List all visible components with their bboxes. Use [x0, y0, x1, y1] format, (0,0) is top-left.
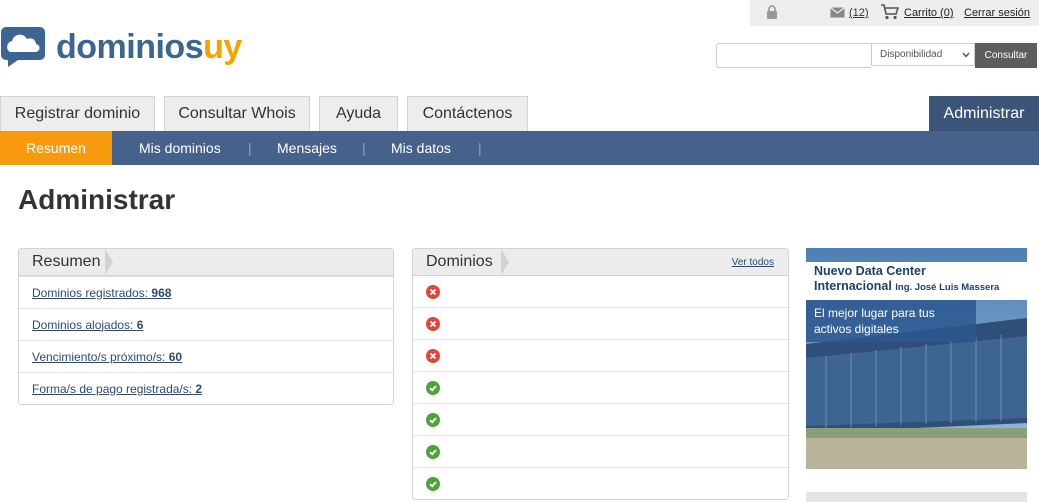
- subnav-divider: |: [362, 140, 366, 156]
- resumen-panel: Resumen Dominios registrados: 968 Domini…: [18, 248, 394, 405]
- cart-icon[interactable]: [880, 4, 900, 23]
- check-icon: [426, 412, 440, 427]
- subnav-divider: |: [248, 140, 252, 156]
- logo-wordmark: dominiosuy: [56, 28, 242, 67]
- envelope-icon[interactable]: [830, 7, 845, 21]
- ad-title-line1: Nuevo Data Center: [814, 264, 926, 278]
- logo-text-part1: dominios: [56, 27, 204, 66]
- logo-text-part2: uy: [203, 27, 242, 66]
- page-title: Administrar: [18, 184, 176, 215]
- tab-registrar-dominio[interactable]: Registrar dominio: [0, 96, 155, 131]
- row-label: Vencimiento/s próximo/s:: [32, 349, 166, 364]
- header-arrow: [105, 249, 113, 275]
- search-submit-button[interactable]: Consultar: [975, 43, 1037, 68]
- list-item: Dominios registrados: 968: [19, 276, 393, 308]
- domain-search-input[interactable]: [716, 43, 871, 68]
- messages-count-link[interactable]: (12): [849, 7, 869, 19]
- header-arrow: [501, 249, 509, 275]
- chevron-down-icon: [962, 52, 970, 58]
- search-type-value: Disponibilidad: [880, 49, 943, 60]
- tab-ayuda[interactable]: Ayuda: [319, 96, 398, 131]
- registered-domains-link[interactable]: Dominios registrados: 968: [32, 286, 171, 300]
- domain-row: [413, 435, 788, 467]
- data-center-ad-banner[interactable]: Nuevo Data Center Internacional Ing. Jos…: [806, 248, 1027, 469]
- list-item: Dominios alojados: 6: [19, 308, 393, 340]
- payment-methods-link[interactable]: Forma/s de pago registrada/s: 2: [32, 382, 202, 396]
- domain-search: Disponibilidad Consultar: [716, 43, 1037, 68]
- expirations-link[interactable]: Vencimiento/s próximo/s: 60: [32, 350, 182, 364]
- row-value: 2: [195, 381, 203, 396]
- top-utility-bar: (12) Carrito (0) Cerrar sesión: [750, 0, 1039, 26]
- dominios-panel: Dominios Ver todos: [412, 248, 789, 500]
- domain-row: [413, 467, 788, 499]
- ad-title-small: Ing. José Luis Massera: [895, 282, 1000, 293]
- second-ad-banner[interactable]: [806, 492, 1027, 502]
- tab-contactenos[interactable]: Contáctenos: [407, 96, 528, 131]
- row-value: 6: [136, 317, 144, 332]
- hosted-domains-link[interactable]: Dominios alojados: 6: [32, 318, 143, 332]
- domain-row: [413, 339, 788, 371]
- list-item: Vencimiento/s próximo/s: 60: [19, 340, 393, 372]
- row-label: Forma/s de pago registrada/s:: [32, 381, 193, 396]
- cloud-logo-icon: [1, 27, 45, 67]
- subnav-mensajes[interactable]: Mensajes: [277, 131, 337, 165]
- row-label: Dominios registrados:: [32, 285, 149, 300]
- ad-subtitle-line2: activos digitales: [814, 322, 899, 336]
- lock-icon: [766, 5, 778, 22]
- resumen-panel-header: Resumen: [19, 249, 393, 276]
- subnav-mis-dominios[interactable]: Mis dominios: [139, 131, 221, 165]
- row-label: Dominios alojados:: [32, 317, 134, 332]
- tab-administrar[interactable]: Administrar: [929, 96, 1039, 131]
- dominios-panel-title: Dominios: [413, 249, 501, 275]
- ad-title-line2: Internacional: [814, 279, 892, 293]
- subnav-divider: |: [478, 140, 482, 156]
- domain-row: [413, 276, 788, 307]
- check-icon: [426, 380, 440, 395]
- error-x-icon: [426, 284, 440, 299]
- error-x-icon: [426, 316, 440, 331]
- site-logo[interactable]: dominiosuy: [0, 25, 242, 67]
- check-icon: [426, 444, 440, 459]
- row-value: 968: [151, 285, 172, 300]
- list-item: Forma/s de pago registrada/s: 2: [19, 372, 393, 404]
- domain-row: [413, 403, 788, 435]
- search-type-select[interactable]: Disponibilidad: [871, 43, 975, 66]
- ad-subtitle-line1: El mejor lugar para tus: [814, 306, 935, 320]
- cart-link[interactable]: Carrito (0): [904, 7, 954, 19]
- check-icon: [426, 476, 440, 491]
- row-value: 60: [168, 349, 183, 364]
- sub-navigation: Resumen Mis dominios | Mensajes | Mis da…: [0, 131, 1039, 165]
- subnav-resumen[interactable]: Resumen: [0, 131, 112, 165]
- error-x-icon: [426, 348, 440, 363]
- tab-consultar-whois[interactable]: Consultar Whois: [164, 96, 310, 131]
- domain-row: [413, 371, 788, 403]
- logout-link[interactable]: Cerrar sesión: [964, 7, 1030, 19]
- dominios-panel-header: Dominios Ver todos: [413, 249, 788, 276]
- ad-title: Nuevo Data Center Internacional Ing. Jos…: [814, 264, 999, 295]
- domain-row: [413, 307, 788, 339]
- ad-subtitle: El mejor lugar para tus activos digitale…: [814, 305, 935, 337]
- resumen-panel-title: Resumen: [19, 249, 109, 275]
- subnav-mis-datos[interactable]: Mis datos: [391, 131, 451, 165]
- view-all-link[interactable]: Ver todos: [732, 257, 774, 268]
